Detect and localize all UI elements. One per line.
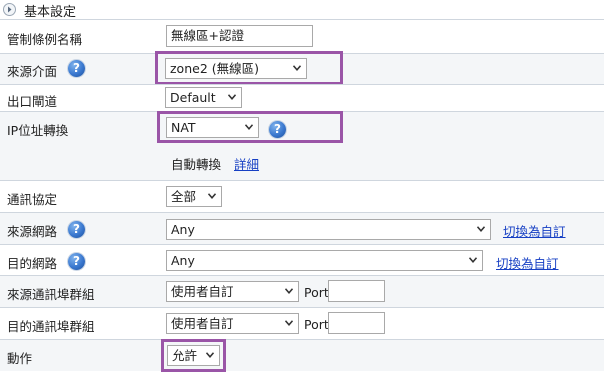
dest-port-group-label: 目的通訊埠群組 (7, 319, 95, 334)
protocol-select[interactable]: 全部 (166, 186, 222, 207)
section-header: 基本設定 (0, 0, 604, 20)
row-action: 動作 允許 (0, 339, 604, 372)
detail-link[interactable]: 詳細 (234, 154, 259, 173)
ip-translation-value: NAT (171, 120, 196, 135)
source-port-label: Port (304, 285, 329, 300)
row-source-port-group: 來源通訊埠群組 使用者自訂 Port (0, 275, 604, 307)
row-policy-name: 管制條例名稱 無線區+認證 (0, 19, 604, 53)
dest-port-input[interactable] (328, 312, 385, 334)
source-port-group-value: 使用者自訂 (171, 284, 234, 299)
action-label: 動作 (7, 351, 33, 366)
source-port-input[interactable] (328, 280, 385, 302)
policy-name-input[interactable]: 無線區+認證 (166, 25, 313, 47)
row-egress-gateway: 出口閘道 Default (0, 84, 604, 111)
chevron-down-icon (285, 320, 293, 326)
chevron-down-icon (206, 352, 214, 358)
chevron-down-icon (469, 257, 477, 263)
dest-network-help-icon[interactable]: ? (68, 253, 85, 270)
action-value: 允許 (172, 348, 198, 363)
row-source-interface: 來源介面 ? zone2 (無線區) (0, 51, 604, 85)
protocol-value: 全部 (171, 189, 197, 204)
source-interface-label: 來源介面 (7, 64, 58, 79)
chevron-down-icon (285, 288, 293, 294)
ip-translation-select[interactable]: NAT (166, 117, 259, 138)
row-protocol: 通訊協定 全部 (0, 180, 604, 212)
source-port-group-label: 來源通訊埠群組 (7, 287, 95, 302)
egress-gateway-label: 出口閘道 (7, 94, 58, 109)
action-select[interactable]: 允許 (167, 345, 220, 366)
section-title: 基本設定 (24, 5, 77, 20)
source-network-value: Any (171, 222, 195, 237)
policy-name-label: 管制條例名稱 (7, 32, 83, 47)
ip-translation-label: IP位址轉換 (7, 123, 69, 138)
source-interface-help-icon[interactable]: ? (68, 60, 85, 77)
dest-network-value: Any (171, 253, 195, 268)
egress-gateway-select[interactable]: Default (165, 87, 242, 108)
protocol-label: 通訊協定 (7, 192, 58, 207)
source-port-group-select[interactable]: 使用者自訂 (166, 281, 299, 302)
collapse-toggle-icon[interactable] (3, 3, 16, 16)
dest-port-group-select[interactable]: 使用者自訂 (166, 313, 299, 334)
row-source-network: 來源網路 ? Any 切換為自訂 (0, 212, 604, 244)
source-interface-value: zone2 (無線區) (170, 61, 260, 76)
egress-gateway-value: Default (170, 90, 216, 105)
source-interface-select[interactable]: zone2 (無線區) (165, 58, 307, 79)
source-network-switch-link[interactable]: 切換為自訂 (503, 221, 566, 240)
dest-network-label: 目的網路 (7, 256, 58, 271)
chevron-down-icon (208, 193, 216, 199)
dest-network-select[interactable]: Any (166, 250, 483, 271)
chevron-down-icon (293, 65, 301, 71)
chevron-down-icon (245, 124, 253, 130)
source-network-help-icon[interactable]: ? (68, 221, 85, 238)
auto-translation-text: 自動轉換 (171, 157, 222, 172)
row-ip-translation: IP位址轉換 NAT ? 自動轉換 詳細 (0, 111, 604, 180)
row-dest-port-group: 目的通訊埠群組 使用者自訂 Port (0, 307, 604, 339)
ip-translation-help-icon[interactable]: ? (269, 121, 286, 138)
dest-network-switch-link[interactable]: 切換為自訂 (496, 253, 559, 272)
row-dest-network: 目的網路 ? Any 切換為自訂 (0, 244, 604, 275)
chevron-down-icon (477, 226, 485, 232)
chevron-down-icon (228, 94, 236, 100)
dest-port-group-value: 使用者自訂 (171, 316, 234, 331)
source-network-select[interactable]: Any (166, 219, 491, 240)
source-network-label: 來源網路 (7, 224, 58, 239)
dest-port-label: Port (304, 317, 329, 332)
